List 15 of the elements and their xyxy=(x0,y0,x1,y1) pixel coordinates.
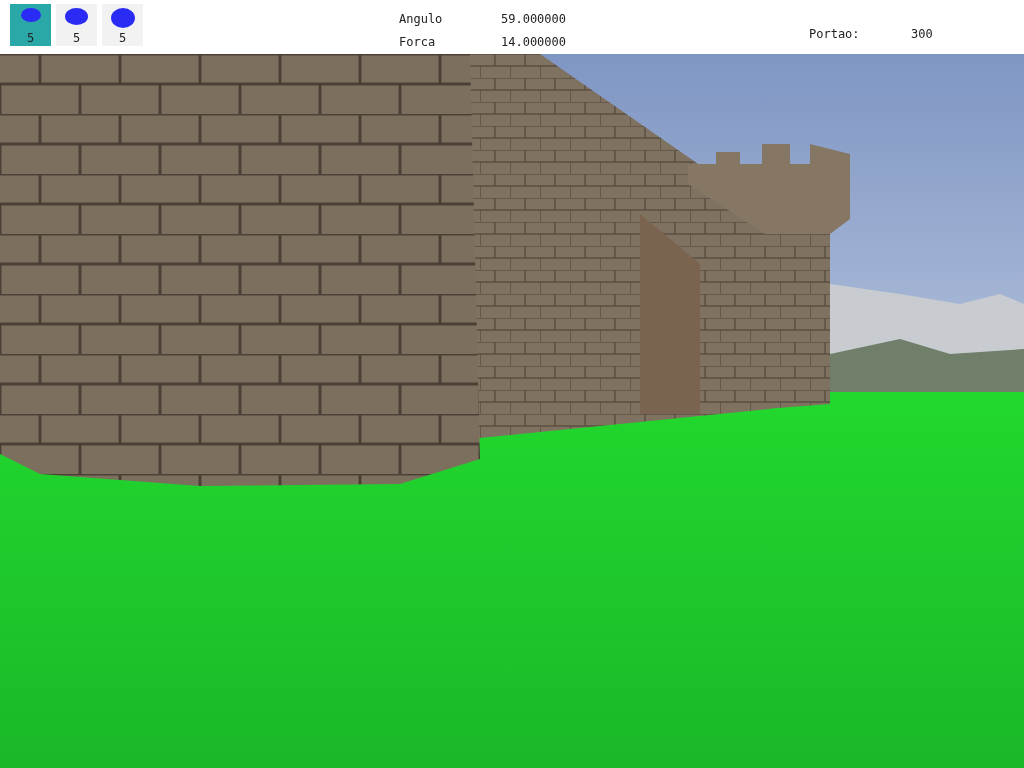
stat-value: 14.000000 xyxy=(501,35,568,49)
ammo-slot[interactable]: 5 xyxy=(10,4,51,46)
stat-value: 59.000000 xyxy=(501,12,568,26)
gate-label: Portao: xyxy=(809,27,861,41)
ball-icon xyxy=(65,8,88,25)
ammo-count: 5 xyxy=(72,31,81,45)
stat-label: Angulo xyxy=(399,12,444,26)
ammo-count: 5 xyxy=(26,31,35,45)
ammo-slot[interactable]: 5 xyxy=(56,4,97,46)
ammo-count: 5 xyxy=(118,31,127,45)
ammo-slot[interactable]: 5 xyxy=(102,4,143,46)
ball-icon xyxy=(20,8,41,22)
gate-value: 300 xyxy=(911,27,934,41)
ball-icon xyxy=(110,8,135,28)
stat-label: Forca xyxy=(399,35,437,49)
